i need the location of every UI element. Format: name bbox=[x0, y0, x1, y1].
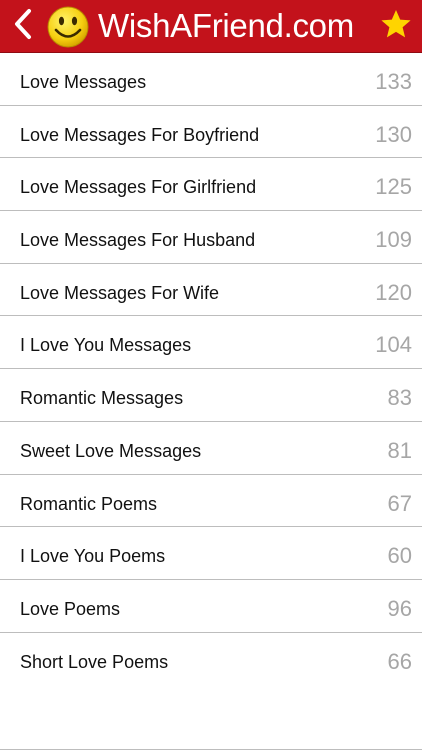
list-item[interactable]: Love Poems 96 bbox=[0, 580, 422, 633]
category-count: 109 bbox=[375, 227, 412, 253]
category-label: Romantic Messages bbox=[20, 388, 184, 409]
category-count: 125 bbox=[375, 174, 412, 200]
brand-title: WishAFriend.com bbox=[98, 7, 354, 44]
category-label: Love Messages For Girlfriend bbox=[20, 177, 257, 198]
list-item[interactable]: Love Messages For Girlfriend 125 bbox=[0, 158, 422, 212]
chevron-left-icon bbox=[12, 7, 34, 46]
category-count: 96 bbox=[387, 595, 412, 621]
category-count: 133 bbox=[375, 69, 412, 94]
category-count: 67 bbox=[387, 490, 412, 516]
app-screen: WishAFriend.com Love Messages 133 Love M… bbox=[0, 0, 422, 750]
category-label: Love Messages For Wife bbox=[20, 282, 220, 303]
category-label: Love Messages bbox=[20, 72, 147, 92]
list-item[interactable]: Romantic Messages 83 bbox=[0, 369, 422, 422]
list-item[interactable]: I Love You Messages 104 bbox=[0, 316, 422, 370]
smiley-face-icon bbox=[46, 5, 90, 49]
category-label: I Love You Messages bbox=[20, 335, 192, 356]
list-item[interactable]: Love Messages 133 bbox=[0, 53, 422, 106]
category-count: 104 bbox=[375, 332, 412, 358]
star-icon bbox=[380, 8, 412, 45]
category-label: Love Messages For Boyfriend bbox=[20, 124, 260, 145]
category-count: 66 bbox=[387, 648, 412, 674]
category-count: 83 bbox=[387, 385, 412, 411]
category-count: 60 bbox=[387, 543, 412, 569]
nav-bar: WishAFriend.com bbox=[0, 0, 422, 53]
category-count: 81 bbox=[387, 437, 412, 463]
list-item[interactable]: Sweet Love Messages 81 bbox=[0, 422, 422, 475]
category-label: Love Messages For Husband bbox=[20, 230, 256, 251]
category-count: 120 bbox=[375, 279, 412, 305]
list-item[interactable]: Love Messages For Husband 109 bbox=[0, 211, 422, 264]
category-list: Love Messages 133 Love Messages For Boyf… bbox=[0, 53, 422, 685]
category-label: Romantic Poems bbox=[20, 493, 158, 514]
category-label: I Love You Poems bbox=[20, 546, 166, 567]
list-item[interactable]: Love Messages For Boyfriend 130 bbox=[0, 106, 422, 159]
category-label: Sweet Love Messages bbox=[20, 440, 202, 461]
list-item[interactable]: Romantic Poems 67 bbox=[0, 475, 422, 528]
back-button[interactable] bbox=[6, 6, 40, 46]
list-item[interactable]: Love Messages For Wife 120 bbox=[0, 264, 422, 317]
favorite-button[interactable] bbox=[376, 6, 416, 46]
list-item[interactable]: Short Love Poems 66 bbox=[0, 633, 422, 686]
category-label: Love Poems bbox=[20, 598, 121, 619]
category-label: Short Love Poems bbox=[20, 651, 169, 672]
list-item[interactable]: I Love You Poems 60 bbox=[0, 527, 422, 580]
category-count: 130 bbox=[375, 121, 412, 147]
